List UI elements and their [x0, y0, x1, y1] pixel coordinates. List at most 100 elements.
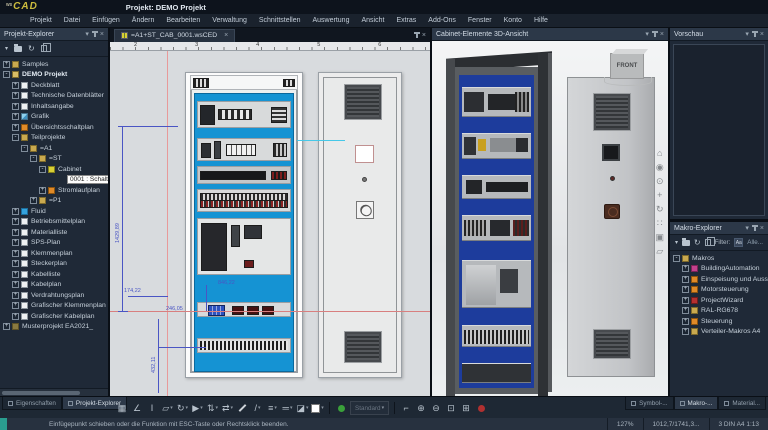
expander-icon[interactable]: -	[39, 166, 46, 173]
tree-item[interactable]: + Technische Datenblätter	[0, 91, 108, 102]
expander-icon[interactable]: +	[682, 328, 689, 335]
pin-icon[interactable]	[416, 32, 418, 38]
menu-item[interactable]: Ansicht	[361, 17, 384, 24]
hatch-icon[interactable]: ◪ ▾	[296, 401, 309, 415]
zoom-sheet-icon[interactable]: ⊞	[460, 401, 473, 415]
zoom-icon[interactable]: ⊙	[655, 177, 664, 186]
close-icon[interactable]: ×	[422, 32, 426, 39]
menu-item[interactable]: Ändern	[132, 17, 155, 24]
expander-icon[interactable]: -	[3, 71, 10, 78]
dock-tab[interactable]: Makro-...	[674, 397, 719, 410]
layer-icon[interactable]	[335, 401, 348, 415]
expander-icon[interactable]: +	[12, 281, 19, 288]
expander-icon[interactable]: +	[682, 286, 689, 293]
zoom-in-icon[interactable]: ⊕	[415, 401, 428, 415]
menu-item[interactable]: Fenster	[468, 17, 492, 24]
tree-item[interactable]: + Stromlaufplan	[0, 185, 108, 196]
tree-item[interactable]: + Übersichtsschaltplan	[0, 122, 108, 133]
view-cube[interactable]: FRONT	[610, 53, 644, 79]
menu-item[interactable]: Extras	[396, 17, 416, 24]
close-icon[interactable]: ×	[100, 31, 104, 38]
menu-item[interactable]: Hilfe	[534, 17, 548, 24]
dock-tab[interactable]: Eigenschaften	[2, 397, 62, 410]
home-icon[interactable]: ⌂	[655, 149, 664, 158]
expander-icon[interactable]: +	[12, 271, 19, 278]
pan-icon[interactable]: +	[655, 191, 664, 200]
tree-item[interactable]: + ProjectWizard	[670, 295, 768, 306]
flip-vertical-icon[interactable]: ⇅ ▾	[206, 401, 219, 415]
horizontal-scrollbar[interactable]	[0, 388, 108, 396]
expander-icon[interactable]: +	[12, 302, 19, 309]
expander-icon[interactable]: +	[12, 103, 19, 110]
angle-icon[interactable]: ∠	[131, 401, 144, 415]
tree-item[interactable]: + Klemmenplan	[0, 248, 108, 259]
tree-item[interactable]: + Musterprojekt EA2021_	[0, 322, 108, 333]
text-cursor-icon[interactable]: I	[146, 401, 159, 415]
tree-item[interactable]: + Deckblatt	[0, 80, 108, 91]
pin-icon[interactable]	[654, 31, 656, 37]
move-icon[interactable]: ▱ ▾	[161, 401, 174, 415]
panel-menu-icon[interactable]: ▾	[745, 31, 749, 38]
expander-icon[interactable]: +	[12, 239, 19, 246]
viewport-3d[interactable]: FRONT ⌂◉⊙+↻∷▣▱	[432, 41, 668, 396]
new-folder-icon[interactable]	[682, 240, 690, 246]
tree-item[interactable]: - Teilprojekte	[0, 133, 108, 144]
expander-icon[interactable]: +	[3, 323, 10, 330]
expander-icon[interactable]: +	[12, 250, 19, 257]
tree-item[interactable]: + Einspeisung und Aussenleiter	[670, 274, 768, 285]
expander-icon[interactable]: +	[3, 61, 10, 68]
tree-item[interactable]: + Verdrahtungsplan	[0, 290, 108, 301]
menu-item[interactable]: Add-Ons	[428, 17, 456, 24]
tree-item[interactable]: + Samples	[0, 59, 108, 70]
menu-item[interactable]: Auswertung	[313, 17, 350, 24]
line-style-icon[interactable]: ≡ ▾	[266, 401, 279, 415]
tree-item[interactable]: + Steuerung	[670, 316, 768, 327]
document-tab[interactable]: =A1+ST_CAB_0001.wsCED ×	[114, 29, 235, 42]
rotate-icon[interactable]: ↻	[655, 205, 664, 214]
menu-item[interactable]: Verwaltung	[212, 17, 247, 24]
tree-item[interactable]: + Kabelplan	[0, 280, 108, 291]
tree-item[interactable]: 0001 : Schaltschrankauf	[0, 175, 108, 186]
tree-item[interactable]: + =P1	[0, 196, 108, 207]
line-width-icon[interactable]: ═ ▾	[281, 401, 294, 415]
copy-icon[interactable]	[41, 45, 47, 52]
close-icon[interactable]: ×	[760, 225, 764, 232]
expander-icon[interactable]: +	[12, 292, 19, 299]
expander-icon[interactable]: +	[12, 260, 19, 267]
tree-item[interactable]: + Inhaltsangabe	[0, 101, 108, 112]
panel-menu-icon[interactable]: ▾	[85, 31, 89, 38]
expander-icon[interactable]: +	[12, 218, 19, 225]
expander-icon[interactable]: +	[12, 124, 19, 131]
pin-icon[interactable]	[754, 31, 756, 37]
panel-menu-icon[interactable]: ▾	[645, 31, 649, 38]
expander-icon[interactable]: +	[682, 307, 689, 314]
redline-icon[interactable]	[475, 401, 488, 415]
orbit-icon[interactable]: ◉	[655, 163, 664, 172]
menu-item[interactable]: Bearbeiten	[166, 17, 200, 24]
zoom-fit-icon[interactable]: ⊡	[445, 401, 458, 415]
expander-icon[interactable]: -	[21, 145, 28, 152]
zoom-out-icon[interactable]: ⊖	[430, 401, 443, 415]
tab-close-icon[interactable]: ×	[224, 32, 228, 39]
tree-item[interactable]: + Verteiler-Makros A4	[670, 327, 768, 338]
expander-icon[interactable]: +	[682, 265, 689, 272]
expander-icon[interactable]: +	[12, 82, 19, 89]
tree-item[interactable]: + Materialliste	[0, 227, 108, 238]
tree-item[interactable]: - Makros	[670, 253, 768, 264]
refresh-icon[interactable]: ↻	[694, 239, 701, 247]
filter-mode-toggle[interactable]: Aa	[734, 238, 743, 247]
separator[interactable]	[329, 402, 330, 414]
separator[interactable]	[394, 402, 395, 414]
tree-item[interactable]: + Grafischer Kabelplan	[0, 311, 108, 322]
close-icon[interactable]: ×	[660, 31, 664, 38]
panel-menu-icon[interactable]: ▾	[745, 225, 749, 232]
menu-item[interactable]: Projekt	[30, 17, 52, 24]
menu-item[interactable]: Schnittstellen	[259, 17, 301, 24]
menu-item[interactable]: Datei	[64, 17, 80, 24]
tree-item[interactable]: - =ST	[0, 154, 108, 165]
tree-item[interactable]: + RAL-RG678	[670, 306, 768, 317]
expander-icon[interactable]: +	[12, 113, 19, 120]
dock-tab[interactable]: Material...	[718, 397, 766, 410]
dropdown-icon[interactable]: ▾	[5, 45, 8, 52]
filter-value[interactable]: Alle...	[747, 239, 763, 246]
